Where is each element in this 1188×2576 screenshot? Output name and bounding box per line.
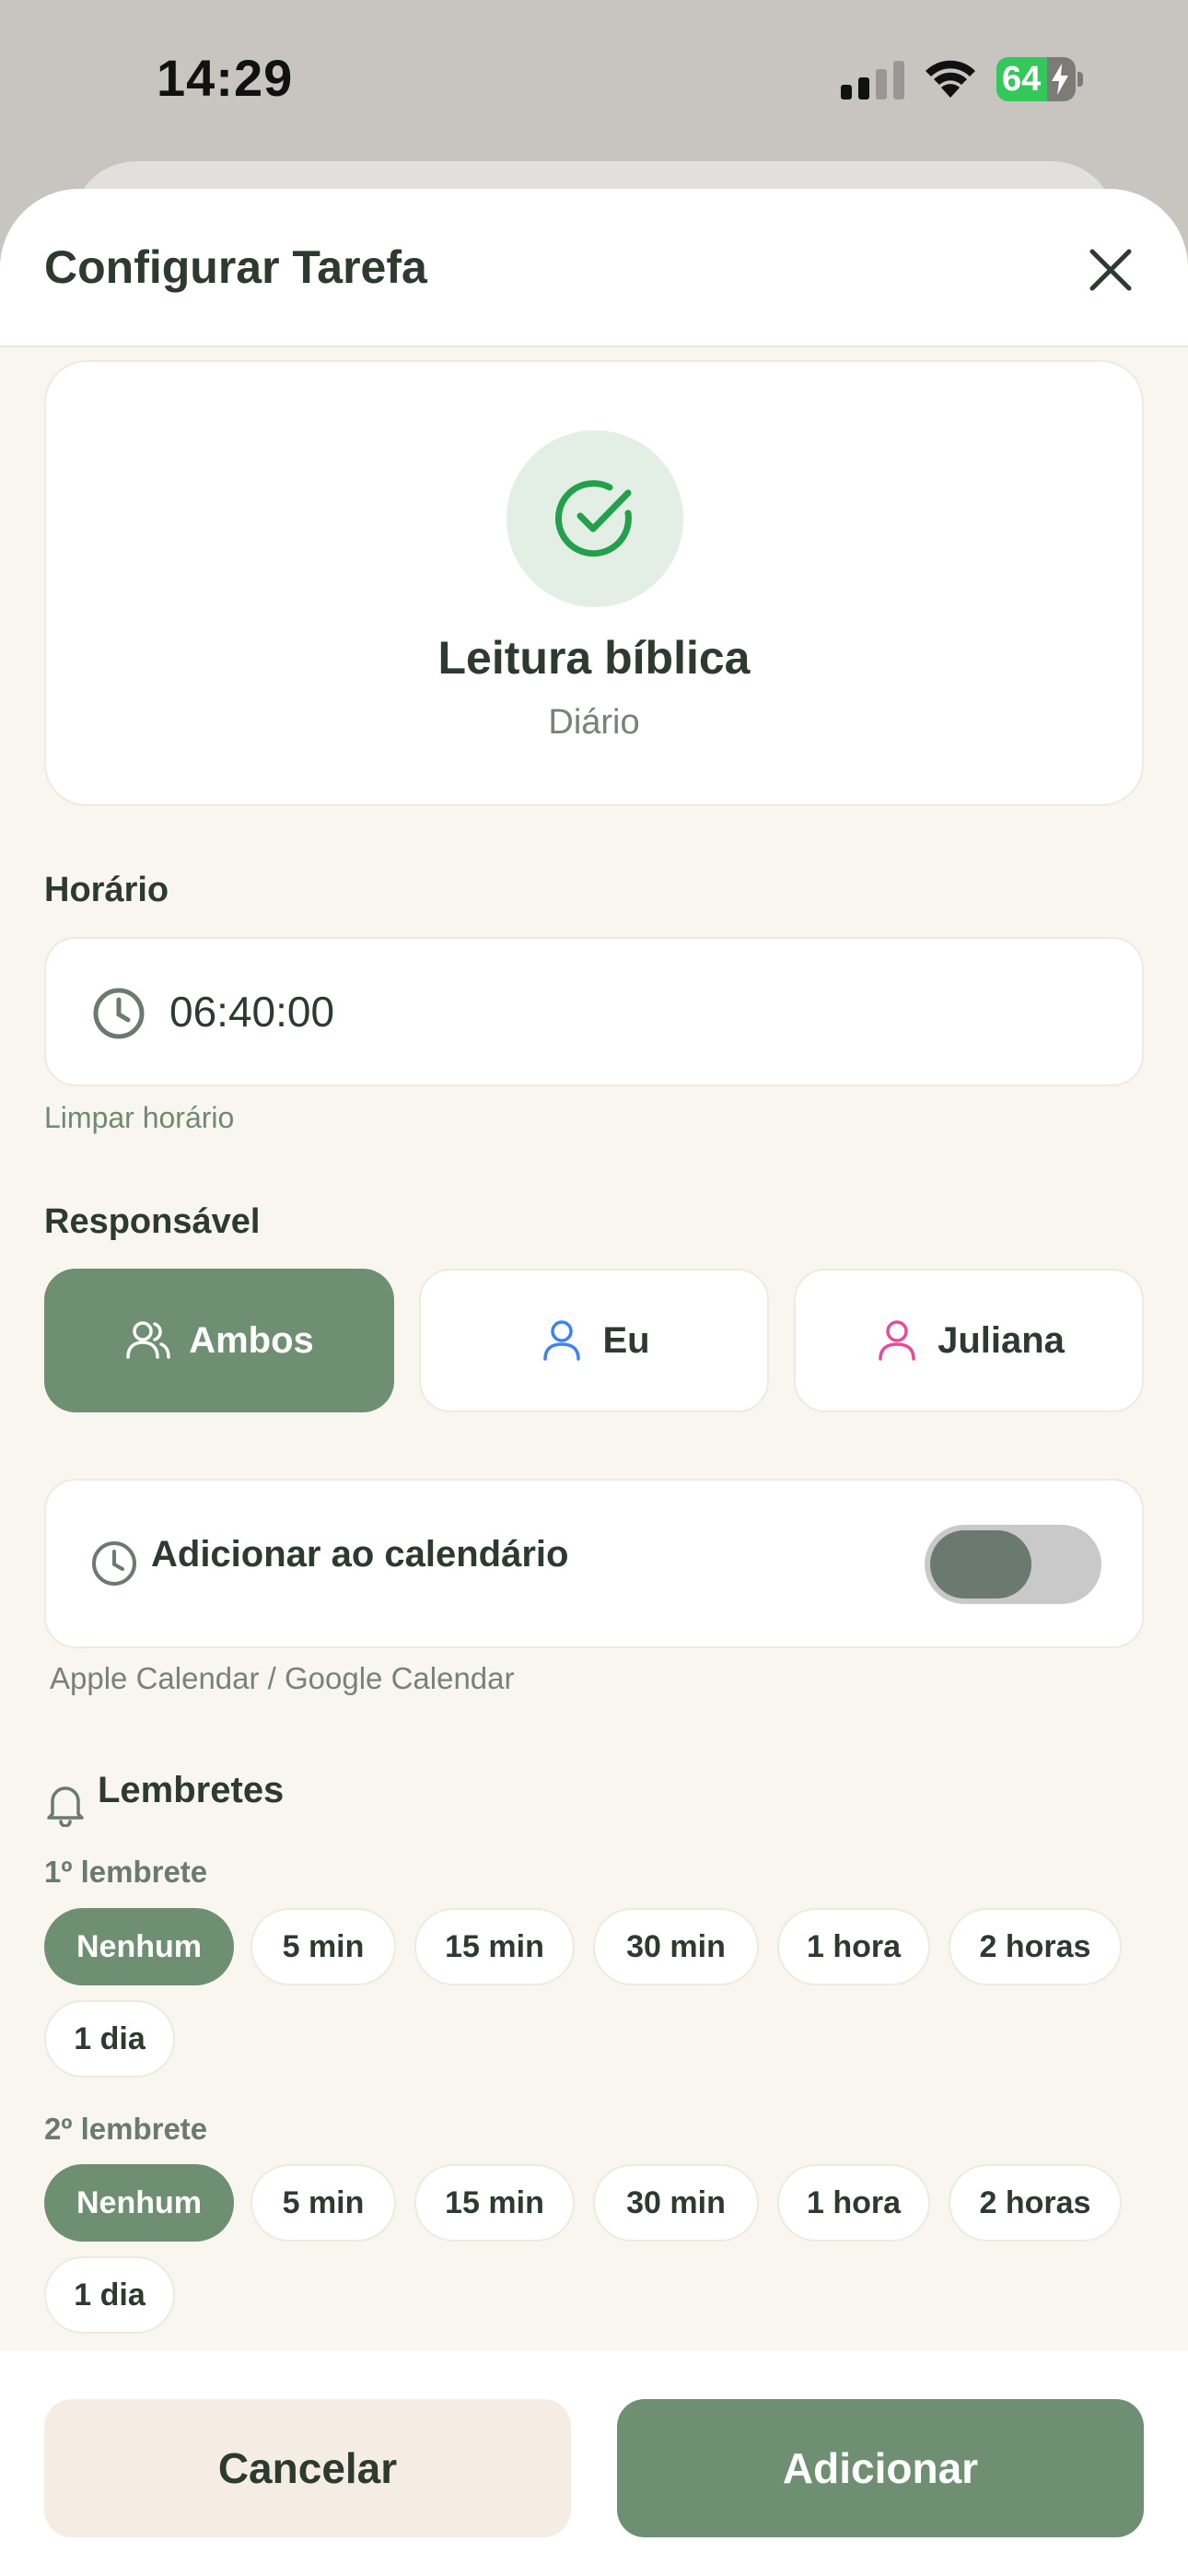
responsible-label: Responsável [44,1202,261,1241]
battery-percent: 64 [1002,60,1042,99]
charging-bolt-icon [1052,64,1068,95]
bell-icon [47,1786,84,1827]
sheet-title: Configurar Tarefa [44,241,427,293]
clear-time-link[interactable]: Limpar horário [44,1101,234,1135]
first-reminder-option-none[interactable]: Nenhum [44,1908,234,1985]
calendar-subtitle: Apple Calendar / Google Calendar [50,1661,515,1695]
calendar-label: Adicionar ao calendário [151,1534,569,1575]
second-reminder-option-2hours[interactable]: 2 horas [949,2164,1122,2242]
check-circle-icon [554,480,632,557]
second-reminder-option-15min[interactable]: 15 min [414,2164,575,2242]
task-icon-badge [507,430,683,607]
responsible-option-label: Ambos [189,1319,314,1361]
footer-actions: Cancelar Adicionar [0,2351,1188,2576]
cellular-signal-icon [841,61,904,100]
second-reminder-option-5min[interactable]: 5 min [250,2164,396,2242]
add-button[interactable]: Adicionar [617,2399,1144,2537]
cancel-button[interactable]: Cancelar [44,2399,571,2537]
task-frequency: Diário [548,703,640,742]
second-reminder-label: 2º lembrete [44,2112,208,2146]
first-reminder-option-30min[interactable]: 30 min [593,1908,759,1985]
task-title: Leitura bíblica [437,632,751,684]
calendar-toggle[interactable] [925,1525,1101,1604]
responsible-option-juliana[interactable]: Juliana [794,1269,1144,1412]
clock-icon [92,1541,136,1586]
responsible-option-eu[interactable]: Eu [419,1269,769,1412]
second-reminder-option-30min[interactable]: 30 min [593,2164,759,2242]
responsible-option-label: Eu [602,1319,650,1361]
second-reminder-option-1hour[interactable]: 1 hora [777,2164,930,2242]
first-reminder-option-5min[interactable]: 5 min [250,1908,396,1985]
user-icon [879,1320,915,1361]
schedule-label: Horário [44,871,169,909]
second-reminder-option-1day[interactable]: 1 dia [44,2256,175,2334]
status-time: 14:29 [157,49,294,107]
responsible-option-ambos[interactable]: Ambos [44,1269,394,1412]
status-bar: 14:29 64 [0,0,1188,166]
battery-icon: 64 [996,57,1083,101]
clock-icon [93,988,145,1039]
users-icon [126,1321,170,1359]
first-reminder-label: 1º lembrete [44,1855,208,1889]
responsible-option-label: Juliana [938,1319,1065,1361]
configure-task-sheet: Configurar Tarefa Leitura bíblica Diário… [0,189,1188,2576]
sheet-header: Configurar Tarefa [0,189,1188,347]
wifi-icon [926,60,975,98]
first-reminder-option-15min[interactable]: 15 min [414,1908,575,1985]
second-reminder-option-none[interactable]: Nenhum [44,2164,234,2242]
first-reminder-option-1day[interactable]: 1 dia [44,2000,175,2078]
calendar-sync-card: Adicionar ao calendário [44,1479,1144,1648]
first-reminder-option-1hour[interactable]: 1 hora [777,1908,930,1985]
time-picker-field[interactable]: 06:40:00 [44,937,1144,1086]
reminders-label: Lembretes [98,1770,285,1810]
toggle-knob [930,1530,1031,1598]
time-value: 06:40:00 [169,988,335,1036]
first-reminder-option-2hours[interactable]: 2 horas [949,1908,1122,1985]
user-icon [543,1320,581,1361]
close-icon[interactable] [1083,242,1138,298]
task-summary-card: Leitura bíblica Diário [44,360,1144,806]
